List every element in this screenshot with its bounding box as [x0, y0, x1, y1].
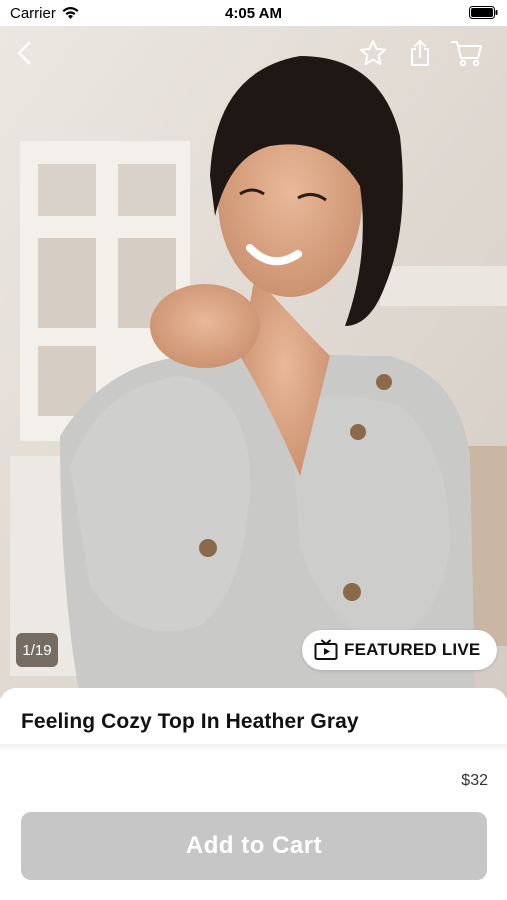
clock: 4:05 AM: [225, 5, 282, 22]
battery-icon: [469, 6, 498, 19]
live-tv-icon: [314, 639, 338, 660]
featured-live-badge[interactable]: FEATURED LIVE: [302, 630, 497, 670]
cart-button[interactable]: [448, 36, 486, 70]
add-to-cart-button[interactable]: Add to Cart: [21, 812, 487, 880]
featured-live-label: FEATURED LIVE: [344, 640, 481, 659]
share-button[interactable]: [403, 36, 437, 70]
back-chevron-icon: [17, 41, 31, 65]
product-photo: [0, 26, 507, 698]
product-info-sheet: Feeling Cozy Top In Heather Gray $32 Add…: [0, 688, 507, 900]
product-price: $32: [461, 772, 488, 789]
cart-icon: [451, 41, 482, 67]
share-icon: [411, 40, 429, 66]
image-counter: 1/19: [16, 633, 58, 667]
back-button[interactable]: [8, 36, 42, 70]
product-image[interactable]: [0, 26, 507, 698]
favorite-button[interactable]: [356, 36, 390, 70]
status-bar: Carrier 4:05 AM: [0, 0, 507, 26]
divider: [0, 744, 507, 750]
product-title: Feeling Cozy Top In Heather Gray: [21, 710, 359, 733]
star-icon: [360, 40, 386, 65]
